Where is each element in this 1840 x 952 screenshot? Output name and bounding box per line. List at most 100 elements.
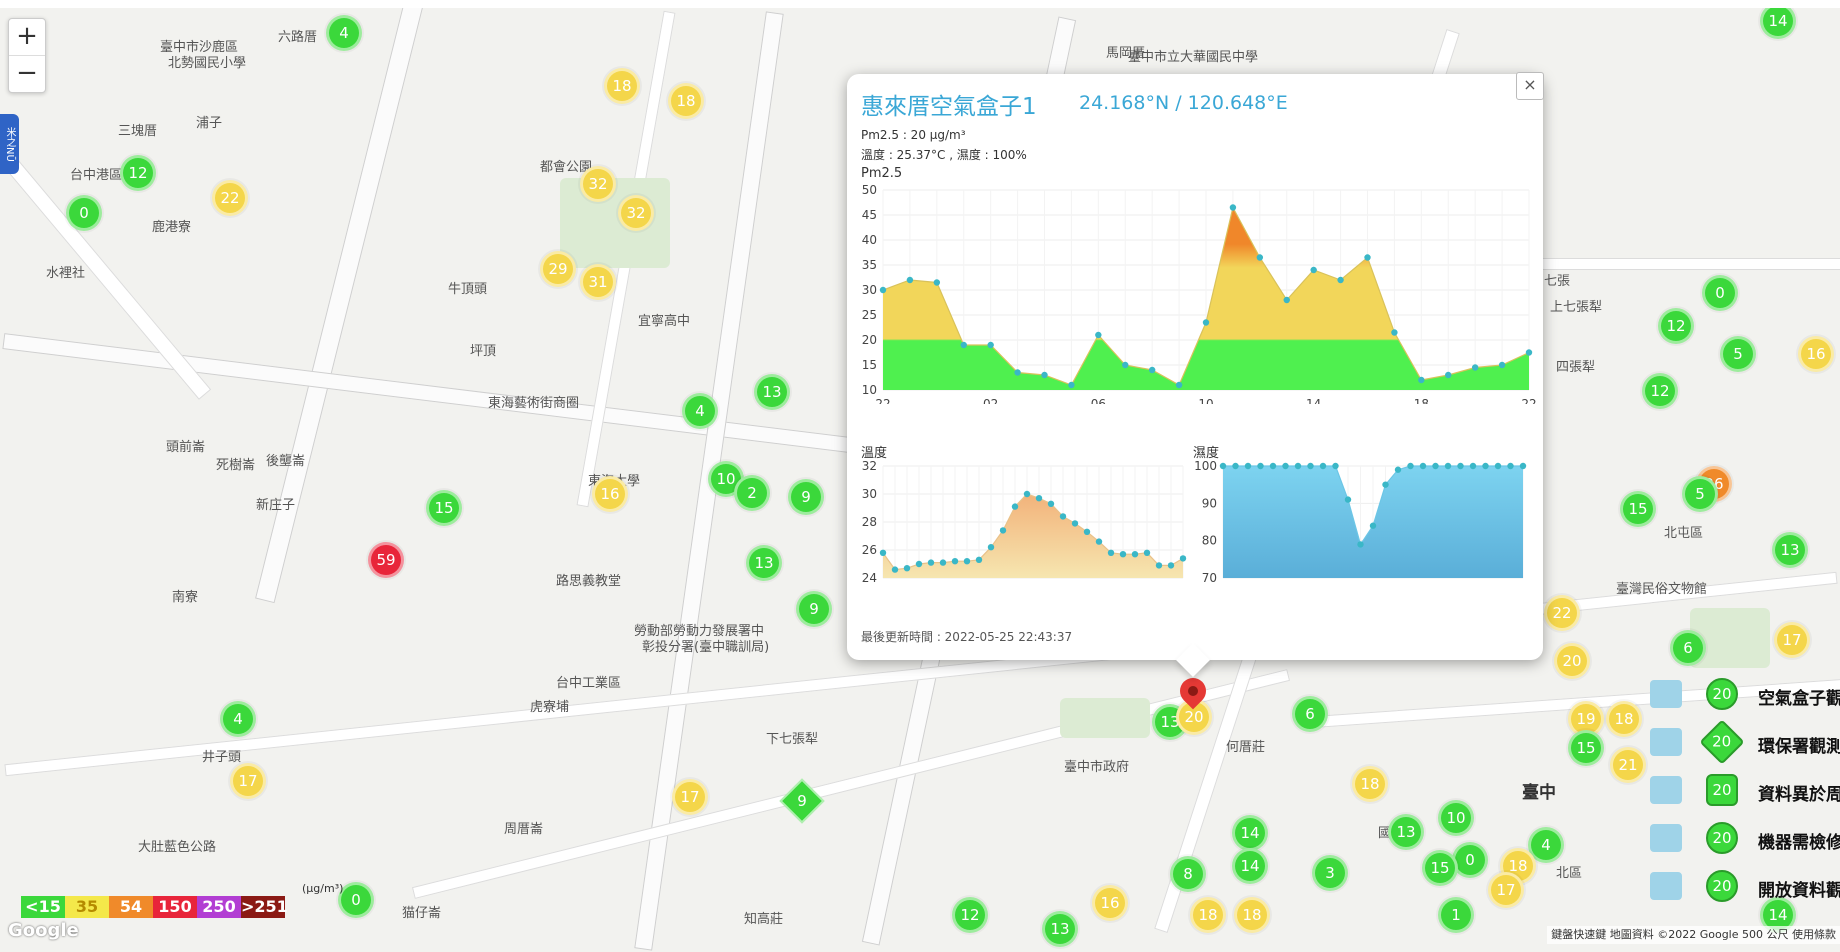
sensor-marker[interactable]: 4 (220, 701, 256, 737)
sensor-marker[interactable]: 15 (1620, 491, 1656, 527)
data-point (1498, 361, 1506, 369)
legend-swatch: 35 (65, 896, 109, 918)
sensor-marker[interactable]: 14 (1232, 815, 1268, 851)
sensor-marker[interactable]: 31 (580, 264, 616, 300)
google-logo: Google (8, 920, 79, 941)
data-point (1269, 462, 1277, 470)
sensor-marker[interactable]: 20 (1554, 643, 1590, 679)
sensor-marker[interactable]: 32 (580, 166, 616, 202)
sensor-marker[interactable]: 12 (1658, 308, 1694, 344)
place-label: 彰投分署(臺中職訓局) (642, 640, 770, 655)
station-icon (1650, 872, 1682, 900)
sensor-marker[interactable]: 9 (788, 479, 824, 515)
data-point (1071, 520, 1079, 527)
sensor-marker[interactable]: 17 (1774, 622, 1810, 658)
sensor-marker[interactable]: 16 (592, 476, 628, 512)
sensor-marker[interactable]: 59 (368, 542, 404, 578)
station-type-badge: 20 (1706, 822, 1738, 854)
place-label: 北區 (1556, 866, 1583, 881)
popup-close-button[interactable]: × (1516, 72, 1544, 100)
pm25-color-legend: <15 35 54 150 250 >251 (21, 896, 288, 918)
sensor-marker[interactable]: 2 (734, 475, 770, 511)
sensor-marker[interactable]: 13 (1772, 532, 1808, 568)
sensor-marker[interactable]: 15 (1422, 850, 1458, 886)
sensor-marker[interactable]: 22 (212, 180, 248, 216)
sensor-marker[interactable]: 17 (230, 763, 266, 799)
station-type-label: 開放資料觀 (1758, 881, 1840, 901)
place-label: 北勢國民小學 (168, 56, 247, 71)
side-panel-tab[interactable]: 米之NŪ (0, 114, 19, 174)
sensor-marker[interactable]: 1 (1438, 897, 1474, 933)
data-point (1041, 371, 1048, 379)
popup-coordinates: 24.168°N / 120.648°E (1079, 92, 1288, 114)
sensor-marker[interactable]: 18 (1606, 701, 1642, 737)
sensor-marker[interactable]: 0 (1702, 275, 1738, 311)
sensor-marker[interactable]: 12 (952, 897, 988, 933)
sensor-marker[interactable]: 13 (754, 374, 790, 410)
sensor-marker[interactable]: 18 (604, 68, 640, 104)
sensor-marker[interactable]: 13 (746, 545, 782, 581)
sensor-marker[interactable]: 5 (1682, 476, 1718, 512)
sensor-marker[interactable]: 3 (1312, 855, 1348, 891)
zoom-out-button[interactable]: − (9, 55, 45, 92)
sensor-marker[interactable]: 18 (668, 83, 704, 119)
sensor-marker[interactable]: 6 (1670, 630, 1706, 666)
data-point (1232, 462, 1239, 470)
data-point (1179, 555, 1187, 562)
data-point (1131, 551, 1139, 558)
station-type-badge: 20 (1706, 870, 1738, 902)
data-point (1507, 462, 1514, 470)
y-tick-label: 40 (862, 233, 877, 247)
place-label: 坪頂 (470, 344, 497, 359)
y-tick-label: 10 (862, 383, 877, 397)
sensor-marker[interactable]: 29 (540, 251, 576, 287)
sensor-marker[interactable]: 6 (1292, 696, 1328, 732)
sensor-marker[interactable]: 13 (1042, 911, 1078, 947)
data-point (1369, 522, 1377, 529)
data-point (1283, 296, 1290, 304)
sensor-marker[interactable]: 12 (120, 155, 156, 191)
data-point (1095, 331, 1102, 339)
sensor-marker[interactable]: 18 (1234, 897, 1270, 933)
sensor-marker[interactable]: 18 (1352, 766, 1388, 802)
data-point (1219, 462, 1227, 470)
road (1500, 258, 1840, 270)
x-tick-label: 06 (1091, 397, 1106, 404)
sensor-marker[interactable]: 13 (1388, 814, 1424, 850)
zoom-in-button[interactable]: + (9, 19, 45, 55)
station-icon (1650, 776, 1682, 804)
sensor-marker[interactable]: 4 (682, 393, 718, 429)
data-point (1014, 369, 1021, 376)
y-tick-label: 26 (862, 543, 877, 557)
sensor-marker[interactable]: 9 (796, 591, 832, 627)
place-label: 六路厝 (278, 30, 318, 45)
type-legend-row: 20 環保署觀測 (1650, 719, 1840, 765)
sensor-marker[interactable]: 4 (326, 15, 362, 51)
sensor-marker[interactable]: 12 (1642, 373, 1678, 409)
sensor-marker[interactable]: 5 (1720, 336, 1756, 372)
sensor-marker[interactable]: 14 (1760, 8, 1796, 39)
type-legend-row: 20 空氣盒子觀測 (1650, 676, 1840, 716)
sensor-marker[interactable]: 14 (1232, 848, 1268, 884)
sensor-marker[interactable]: 17 (1488, 872, 1524, 908)
data-point (1444, 462, 1452, 470)
sensor-marker[interactable]: 0 (66, 195, 102, 231)
sensor-marker[interactable]: 17 (672, 779, 708, 815)
sensor-marker[interactable]: 22 (1544, 595, 1580, 631)
sensor-marker[interactable]: 15 (426, 490, 462, 526)
sensor-marker[interactable]: 18 (1190, 897, 1226, 933)
sensor-marker[interactable]: 32 (618, 195, 654, 231)
sensor-marker[interactable]: 16 (1092, 885, 1128, 921)
sensor-marker[interactable]: 8 (1170, 856, 1206, 892)
sensor-marker[interactable]: 15 (1568, 730, 1604, 766)
sensor-marker[interactable]: 16 (1798, 336, 1834, 372)
road (255, 8, 425, 604)
data-point (987, 341, 994, 349)
place-label: 台中工業區 (556, 676, 622, 691)
sensor-marker[interactable]: 21 (1610, 747, 1646, 783)
map-attribution[interactable]: 鍵盤快速鍵 地圖資料 ©2022 Google 500 公尺 使用條款 (1547, 926, 1840, 944)
station-type-badge: 20 (1706, 678, 1738, 710)
data-point (1394, 466, 1402, 473)
sensor-marker[interactable]: 10 (1438, 800, 1474, 836)
pm25-chart-label: Pm2.5 (861, 166, 903, 181)
